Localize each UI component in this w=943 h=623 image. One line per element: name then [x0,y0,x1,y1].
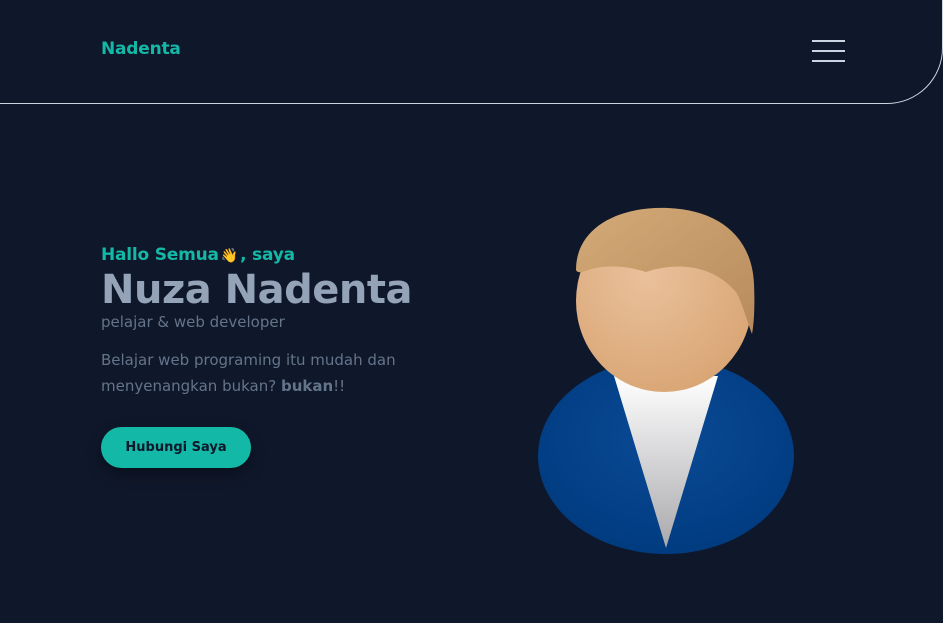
description-text: Belajar web programing itu mudah dan men… [101,351,396,395]
page: Nadenta Hallo Semua 👋, saya Nuza Nadenta … [0,0,943,623]
hamburger-line-top [812,40,845,42]
description-bold: bukan [280,377,334,395]
hero-description: Belajar web programing itu mudah dan men… [101,347,441,399]
person-avatar-icon [538,207,794,554]
hamburger-menu-icon[interactable] [812,38,845,64]
description-suffix: !! [333,377,346,395]
hamburger-line-middle [812,50,845,52]
greeting-text: Hallo Semua [101,245,219,265]
waving-hand-icon: 👋 [220,248,239,264]
hero-section: Hallo Semua 👋, saya Nuza Nadenta pelajar … [101,243,481,399]
hamburger-line-bottom [812,60,845,62]
contact-me-button[interactable]: Hubungi Saya [101,427,251,468]
navbar: Nadenta [0,0,943,104]
greeting-suffix: , saya [240,245,295,265]
brand-logo-link[interactable]: Nadenta [101,39,181,59]
hero-role: pelajar & web developer [101,313,285,331]
hero-greeting: Hallo Semua 👋, saya [101,243,481,268]
hero-name: Nuza Nadenta [101,267,412,313]
